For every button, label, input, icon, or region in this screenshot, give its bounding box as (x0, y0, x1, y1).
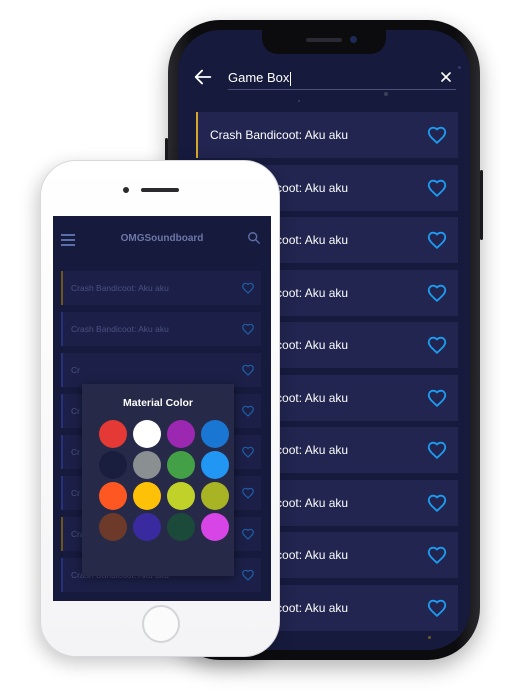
color-swatch[interactable] (99, 420, 127, 448)
close-icon (441, 72, 451, 82)
list-item[interactable]: Crash Bandicoot: Aku aku (196, 112, 458, 158)
heart-outline-icon[interactable] (241, 445, 255, 459)
heart-outline-icon[interactable] (426, 229, 448, 251)
list-item-title: Crash Bandicoot: Aku aku (71, 283, 169, 293)
color-swatch[interactable] (99, 482, 127, 510)
heart-outline-icon[interactable] (241, 527, 255, 541)
heart-outline-icon[interactable] (426, 334, 448, 356)
background-dot (298, 100, 300, 102)
heart-outline-icon[interactable] (426, 282, 448, 304)
side-button (480, 170, 483, 240)
dialog-title: Material Color (122, 397, 193, 409)
color-swatch[interactable] (167, 513, 195, 541)
list-item-title: Cr (71, 365, 80, 375)
search-query: Game Box (228, 70, 290, 85)
heart-outline-icon[interactable] (426, 439, 448, 461)
clear-search-button[interactable] (436, 66, 456, 90)
heart-outline-icon[interactable] (241, 281, 255, 295)
color-swatch[interactable] (201, 513, 229, 541)
list-item[interactable]: Crash Bandicoot: Aku aku (61, 312, 261, 346)
search-bar: Game Box (178, 60, 470, 100)
heart-outline-icon[interactable] (426, 597, 448, 619)
color-swatch[interactable] (167, 482, 195, 510)
app-bar: OMGSoundboard (53, 216, 271, 266)
heart-outline-icon[interactable] (426, 387, 448, 409)
color-swatch[interactable] (99, 513, 127, 541)
color-swatch[interactable] (133, 451, 161, 479)
arrow-left-icon (194, 69, 212, 85)
earpiece-speaker (141, 188, 179, 192)
heart-outline-icon[interactable] (241, 486, 255, 500)
heart-outline-icon[interactable] (241, 363, 255, 377)
color-swatch[interactable] (201, 420, 229, 448)
color-swatch[interactable] (133, 482, 161, 510)
heart-outline-icon[interactable] (426, 544, 448, 566)
front-screen: OMGSoundboard Crash Bandicoot: Aku aku Cr… (53, 216, 271, 601)
search-icon[interactable] (247, 231, 263, 247)
heart-outline-icon[interactable] (426, 492, 448, 514)
list-item-title: Crash Bandicoot: Aku aku (210, 128, 349, 142)
front-camera (123, 187, 129, 193)
list-item[interactable]: Crash Bandicoot: Aku aku (61, 271, 261, 305)
search-input[interactable]: Game Box (228, 66, 456, 90)
color-swatch[interactable] (99, 451, 127, 479)
color-swatch[interactable] (133, 420, 161, 448)
front-camera (350, 36, 357, 43)
color-swatch[interactable] (133, 513, 161, 541)
heart-outline-icon[interactable] (426, 177, 448, 199)
home-button[interactable] (142, 605, 180, 643)
list-item[interactable]: Cr (61, 353, 261, 387)
color-swatch[interactable] (201, 482, 229, 510)
iphone-8-device: OMGSoundboard Crash Bandicoot: Aku aku Cr… (40, 160, 280, 657)
heart-outline-icon[interactable] (241, 568, 255, 582)
back-button[interactable] (192, 66, 216, 90)
app-title: OMGSoundboard (120, 233, 204, 244)
color-swatch-grid (99, 420, 229, 541)
text-caret (290, 71, 292, 86)
heart-outline-icon[interactable] (241, 322, 255, 336)
color-swatch[interactable] (201, 451, 229, 479)
list-item-title: Crash Bandicoot: Aku aku (71, 324, 169, 334)
notch (262, 30, 386, 54)
heart-outline-icon[interactable] (426, 124, 448, 146)
earpiece-speaker (306, 38, 342, 42)
color-swatch[interactable] (167, 451, 195, 479)
color-swatch[interactable] (167, 420, 195, 448)
material-color-dialog: Material Color (82, 384, 234, 576)
heart-outline-icon[interactable] (241, 404, 255, 418)
